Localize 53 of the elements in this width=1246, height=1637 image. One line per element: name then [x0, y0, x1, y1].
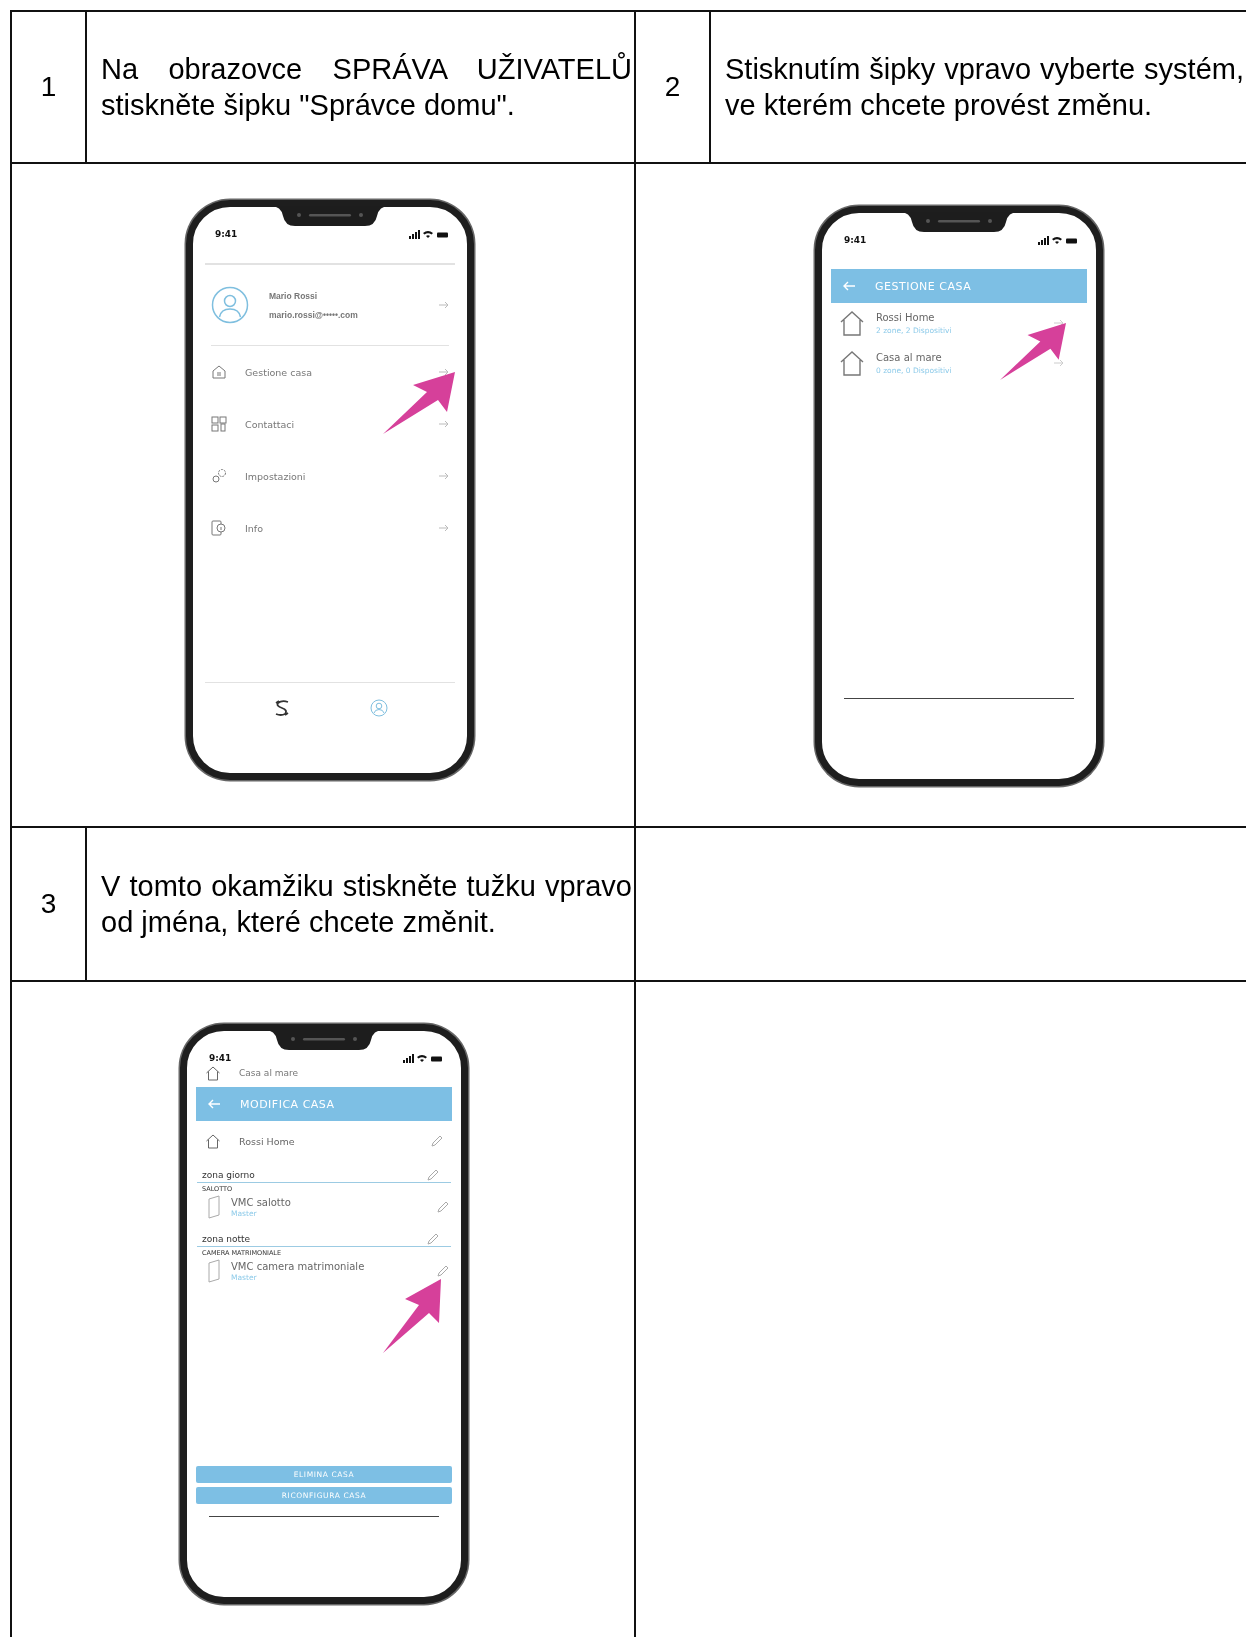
step-instruction: V tomto okamžiku stiskněte tužku vpravo od jména, které chcete změnit. [101, 869, 632, 940]
menu-item[interactable]: Impostazioni [245, 470, 421, 482]
user-email: mario.rossi@•••••.com [269, 309, 359, 320]
pencil-icon[interactable] [431, 1135, 443, 1147]
user-name: Mario Rossi [269, 290, 319, 301]
arrow-right-icon[interactable] [439, 524, 449, 532]
pencil-icon[interactable] [427, 1233, 439, 1245]
house-name[interactable]: Rossi Home [876, 311, 1044, 323]
profile-icon[interactable] [369, 699, 388, 717]
house-icon [838, 349, 866, 377]
arrow-right-icon[interactable] [439, 472, 449, 480]
status-time: 9:41 [209, 1053, 232, 1063]
house-icon [205, 1133, 221, 1149]
status-icons [403, 1053, 443, 1063]
back-arrow-icon[interactable] [208, 1099, 220, 1109]
device-icon [207, 1259, 221, 1283]
pencil-icon[interactable] [437, 1201, 449, 1213]
arrow-right-icon[interactable] [1054, 319, 1064, 327]
house-icon [838, 309, 866, 337]
step-number: 1 [40, 71, 57, 103]
status-icons [409, 229, 449, 239]
gears-icon [211, 468, 227, 484]
menu-item[interactable]: Contattaci [245, 418, 421, 430]
status-time: 9:41 [215, 229, 238, 239]
back-arrow-icon[interactable] [843, 281, 855, 291]
step-number: 2 [664, 71, 681, 103]
menu-item[interactable]: Info [245, 522, 421, 534]
house-name: Rossi Home [239, 1135, 296, 1147]
zone-name: zona notte [202, 1234, 251, 1244]
info-icon [211, 520, 227, 536]
house-icon [205, 1065, 221, 1081]
status-icons [1038, 235, 1078, 245]
device-icon [207, 1195, 221, 1219]
current-house: Casa al mare [239, 1068, 299, 1078]
house-name[interactable]: Casa al mare [876, 351, 1044, 363]
menu-item[interactable]: Gestione casa [245, 366, 421, 378]
avatar-icon [211, 286, 249, 324]
house-icon [211, 364, 227, 380]
zone-name: zona giorno [202, 1170, 255, 1180]
arrow-right-icon[interactable] [439, 368, 449, 376]
contacts-icon [211, 416, 227, 432]
step-instruction: Stisknutím šipky vpravo vyberte systém, ve kterém chcete provést změnu. [725, 52, 1244, 123]
screen-title: MODIFICA CASA [240, 1097, 335, 1111]
pencil-icon[interactable] [437, 1265, 449, 1277]
device-name: VMC salotto [231, 1196, 292, 1208]
step-instruction: Na obrazovce SPRÁVA UŽIVATELŮ stiskněte šipku "Správce domu". [101, 51, 632, 123]
step-number: 3 [40, 888, 57, 920]
screen-title: GESTIONE CASA [875, 279, 972, 293]
pencil-icon[interactable] [427, 1169, 439, 1181]
arrow-right-icon[interactable] [439, 420, 449, 428]
status-time: 9:41 [844, 235, 867, 245]
device-name: VMC camera matrimoniale [231, 1260, 366, 1272]
arrow-right-icon[interactable] [439, 301, 449, 309]
